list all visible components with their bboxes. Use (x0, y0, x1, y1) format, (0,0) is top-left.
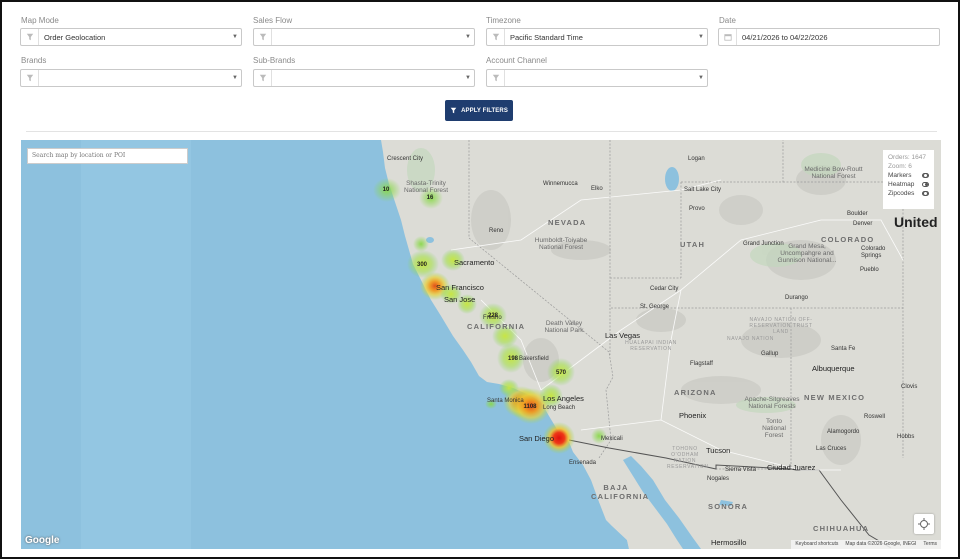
chevron-down-icon: ▼ (232, 75, 238, 81)
crosshair-icon (918, 518, 930, 530)
heatmap-label: Heatmap (888, 181, 915, 188)
date-range-value: 04/21/2026 to 04/22/2026 (742, 32, 828, 42)
map-attribution: Keyboard shortcuts Map data ©2026 Google… (791, 540, 941, 549)
date-label: Date (719, 16, 736, 25)
map-base (21, 140, 941, 549)
map-data-credit: Map data ©2026 Google, INEGI (845, 541, 917, 547)
sub-brands-label: Sub-Brands (253, 56, 296, 65)
google-logo: Google (25, 535, 60, 546)
apply-filters-label: APPLY FILTERS (461, 107, 508, 114)
sales-flow-label: Sales Flow (253, 16, 293, 25)
filter-icon (21, 70, 39, 86)
date-range-input[interactable]: 04/21/2026 to 04/22/2026 (718, 28, 940, 46)
chevron-down-icon: ▼ (698, 34, 704, 40)
order-cluster[interactable]: 10 (383, 187, 390, 193)
brands-select[interactable]: ▼ (20, 69, 242, 87)
terms-link[interactable]: Terms (923, 541, 937, 548)
order-cluster[interactable]: 1108 (523, 404, 536, 410)
my-location-button[interactable] (914, 514, 934, 534)
chevron-down-icon: ▼ (232, 34, 238, 40)
toggle-icon (922, 191, 929, 196)
divider (26, 131, 937, 132)
order-cluster[interactable]: 228 (488, 313, 498, 319)
sub-brands-select[interactable]: ▼ (253, 69, 475, 87)
map-mode-select[interactable]: Order Geolocation ▼ (20, 28, 242, 46)
map-mode-value: Order Geolocation (44, 32, 106, 42)
map-mode-label: Map Mode (21, 16, 59, 25)
order-cluster[interactable]: 570 (556, 370, 566, 376)
account-channel-label: Account Channel (486, 56, 547, 65)
sales-flow-select[interactable]: ▼ (253, 28, 475, 46)
calendar-icon (719, 29, 737, 45)
filter-icon (254, 29, 272, 45)
chevron-down-icon: ▼ (698, 75, 704, 81)
zoom-level: Zoom: 6 (888, 163, 912, 170)
apply-filters-button[interactable]: APPLY FILTERS (445, 100, 513, 121)
order-cluster[interactable]: 16 (427, 195, 434, 201)
chevron-down-icon: ▼ (465, 34, 471, 40)
filter-icon (21, 29, 39, 45)
filter-icon (254, 70, 272, 86)
map-layers-panel: Orders: 1647 Zoom: 6 Markers Heatmap Zip… (883, 150, 934, 209)
order-cluster[interactable]: 198 (508, 356, 518, 362)
keyboard-shortcuts-link[interactable]: Keyboard shortcuts (795, 541, 838, 548)
timezone-select[interactable]: Pacific Standard Time ▼ (486, 28, 708, 46)
zipcodes-label: Zipcodes (888, 190, 915, 197)
markers-label: Markers (888, 172, 912, 179)
filter-icon (487, 29, 505, 45)
toggle-icon (922, 173, 929, 178)
timezone-value: Pacific Standard Time (510, 32, 583, 42)
map-canvas[interactable]: 10 16 300 228 198 570 1108 NEVADA UTAH C… (21, 140, 941, 549)
timezone-label: Timezone (486, 16, 521, 25)
toggle-icon (922, 182, 929, 187)
filter-icon (487, 70, 505, 86)
markers-toggle[interactable]: Markers (888, 171, 929, 180)
filter-icon (450, 107, 457, 114)
app-frame: Map Mode Order Geolocation ▼ Sales Flow … (0, 0, 960, 559)
order-cluster[interactable]: 300 (417, 262, 427, 268)
chevron-down-icon: ▼ (465, 75, 471, 81)
heatmap-toggle[interactable]: Heatmap (888, 180, 929, 189)
brands-label: Brands (21, 56, 47, 65)
account-channel-select[interactable]: ▼ (486, 69, 708, 87)
orders-count: Orders: 1647 (888, 154, 926, 161)
zipcodes-toggle[interactable]: Zipcodes (888, 189, 929, 198)
map-search-input[interactable]: Search map by location or POI (27, 148, 188, 164)
